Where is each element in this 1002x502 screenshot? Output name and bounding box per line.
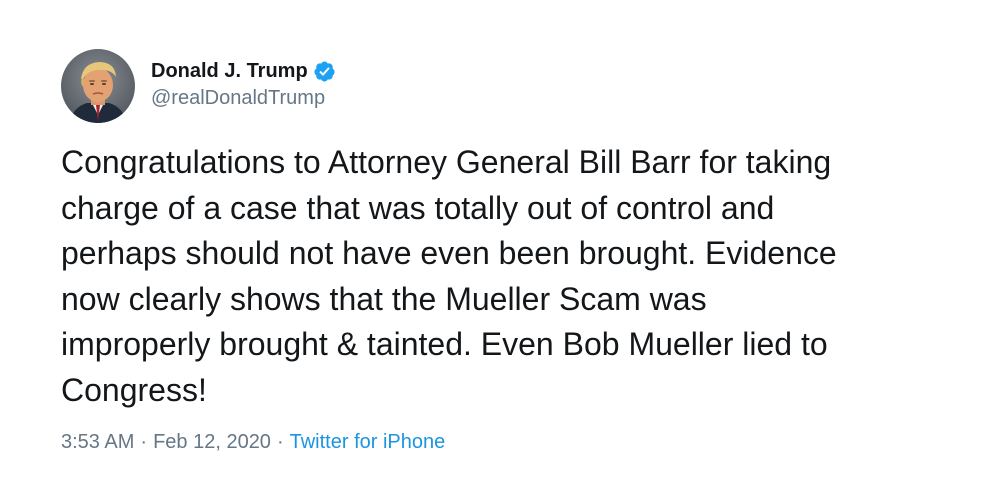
tweet-source-link[interactable]: Twitter for iPhone [290, 431, 446, 454]
name-row: Donald J. Trump [151, 57, 336, 85]
tweet-time[interactable]: 3:53 AM [61, 431, 134, 454]
tweet-date[interactable]: Feb 12, 2020 [153, 431, 271, 454]
author-info: Donald J. Trump @realDonaldTrump [151, 57, 336, 110]
author-handle[interactable]: @realDonaldTrump [151, 87, 336, 110]
tweet-meta: 3:53 AM · Feb 12, 2020 · Twitter for iPh… [61, 431, 445, 454]
meta-separator: · [276, 431, 284, 453]
tweet-card: Donald J. Trump @realDonaldTrump Congrat… [0, 0, 1002, 502]
verified-badge-icon [313, 60, 336, 83]
display-name[interactable]: Donald J. Trump [151, 60, 308, 83]
avatar-image [61, 49, 135, 123]
meta-separator: · [140, 431, 148, 453]
avatar[interactable] [61, 49, 135, 123]
tweet-text: Congratulations to Attorney General Bill… [61, 144, 837, 408]
